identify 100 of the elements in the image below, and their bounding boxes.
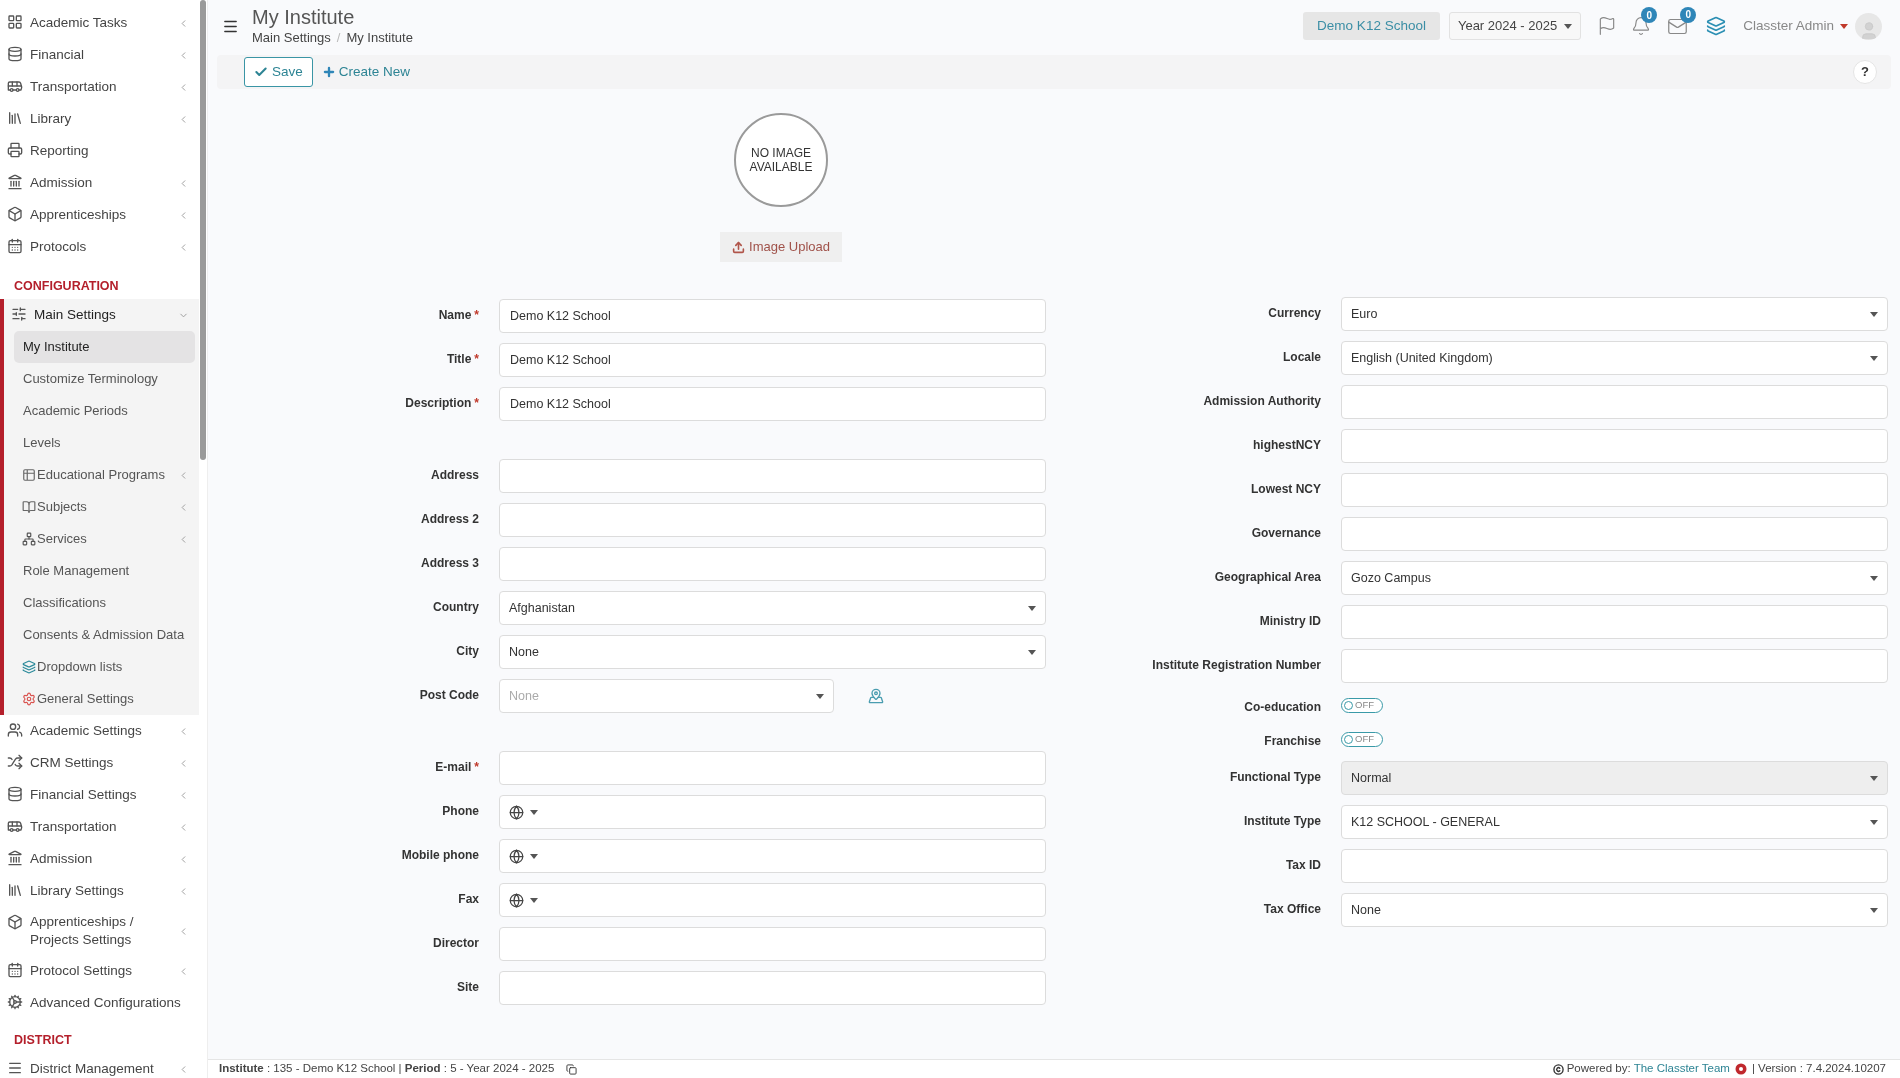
field-label: Franchise [1264, 733, 1321, 750]
gear-icon [22, 692, 36, 706]
field-label: Tax ID [1285, 857, 1321, 874]
breadcrumb-link[interactable]: Main Settings [252, 29, 331, 47]
text-field[interactable] [1341, 429, 1888, 463]
team-link[interactable]: The Classter Team [1633, 1060, 1730, 1078]
save-button[interactable]: Save [244, 57, 313, 87]
section-heading: CONFIGURATION [13, 277, 120, 295]
sidebar-item[interactable]: Academic Tasks [0, 7, 199, 39]
text-field[interactable]: Demo K12 School [499, 343, 1046, 377]
sidebar-subitem[interactable]: Subjects [14, 491, 195, 523]
dropdown[interactable]: Euro [1341, 297, 1888, 331]
sidebar-item[interactable]: Admission [0, 843, 199, 875]
text-field[interactable] [499, 547, 1046, 581]
caret-icon [1870, 775, 1878, 781]
sidebar-item[interactable]: Main Settings [4, 299, 199, 331]
sidebar-subitem[interactable]: Levels [14, 427, 195, 459]
sidebar-item[interactable]: Transportation [0, 811, 199, 843]
sidebar-subitem[interactable]: My Institute [14, 331, 195, 363]
upload-icon [732, 240, 745, 254]
sidebar-item[interactable]: CRM Settings [0, 747, 199, 779]
sidebar-item[interactable]: Library [0, 103, 199, 135]
text-field[interactable] [1341, 849, 1888, 883]
notification-badge: 0 [1641, 7, 1658, 23]
create-new-button[interactable]: Create New [321, 57, 411, 87]
text-field[interactable] [1341, 517, 1888, 551]
sidebar-subitem[interactable]: Educational Programs [14, 459, 195, 491]
dropdown[interactable]: English (United Kingdom) [1341, 341, 1888, 375]
sidebar-subitem[interactable]: Customize Terminology [14, 363, 195, 395]
text-field[interactable] [499, 503, 1046, 537]
text-field[interactable] [1341, 649, 1888, 683]
field-label: Ministry ID [1259, 613, 1321, 630]
sidebar-subitem[interactable]: Academic Periods [14, 395, 195, 427]
bank-icon [7, 174, 23, 190]
copy-icon[interactable] [566, 1063, 578, 1075]
dropdown[interactable]: K12 SCHOOL - GENERAL [1341, 805, 1888, 839]
toggle-switch[interactable]: OFF [1341, 731, 1383, 747]
text-field[interactable]: Demo K12 School [499, 299, 1046, 333]
sidebar-item[interactable]: Reporting [0, 135, 199, 167]
field-label: Description [405, 395, 472, 412]
context-info: Institute : 135 - Demo K12 School | Period : 5 - Year 2024 - 2025 [219, 1061, 555, 1077]
dropdown[interactable]: None [499, 635, 1046, 669]
phone-field[interactable] [499, 839, 1046, 873]
globe-icon[interactable] [509, 892, 524, 908]
help-button[interactable]: ? [1853, 60, 1877, 84]
dropdown[interactable]: Gozo Campus [1341, 561, 1888, 595]
text-field[interactable] [499, 971, 1046, 1005]
cube-icon [7, 206, 23, 222]
year-select[interactable]: Year 2024 - 2025 [1448, 12, 1582, 40]
user-menu[interactable]: Classter Admin [1743, 15, 1848, 37]
book-icon [22, 500, 36, 514]
text-field[interactable] [499, 751, 1046, 785]
books-icon [7, 110, 23, 126]
field-label: Phone [442, 803, 479, 820]
caret-icon [816, 693, 824, 699]
toggle-switch[interactable]: OFF [1341, 697, 1383, 713]
sidebar-item[interactable]: Library Settings [0, 875, 199, 907]
avatar[interactable] [1855, 12, 1882, 40]
sidebar-item[interactable]: Apprenticeships [0, 199, 199, 231]
layers-icon[interactable] [1706, 16, 1727, 36]
text-field[interactable]: Demo K12 School [499, 387, 1046, 421]
sidebar-item[interactable]: District Management [0, 1053, 199, 1078]
text-field[interactable] [1341, 385, 1888, 419]
field-label: Title [446, 351, 472, 368]
logo-icon [1734, 1063, 1747, 1075]
map-pin-icon[interactable] [868, 688, 884, 704]
image-upload-button[interactable]: Image Upload [720, 232, 842, 262]
sidebar-item[interactable]: Transportation [0, 71, 199, 103]
phone-field[interactable] [499, 883, 1046, 917]
field-label: Currency [1268, 305, 1321, 322]
globe-icon[interactable] [509, 848, 524, 864]
field-label: E-mail [435, 759, 472, 776]
sidebar-item[interactable]: Protocols [0, 231, 199, 263]
copyright-icon [1552, 1063, 1564, 1075]
sidebar-item[interactable]: Financial Settings [0, 779, 199, 811]
breadcrumb-separator: / [336, 29, 341, 47]
sidebar-item[interactable]: Financial [0, 39, 199, 71]
phone-field[interactable] [499, 795, 1046, 829]
sidebar-subitem[interactable]: General Settings [14, 683, 195, 715]
globe-icon[interactable] [509, 804, 524, 820]
sidebar-item[interactable]: Academic Settings [0, 715, 199, 747]
caret-icon [1870, 907, 1878, 913]
sidebar-item[interactable]: Admission [0, 167, 199, 199]
sidebar-subitem[interactable]: Consents & Admission Data [14, 619, 195, 651]
text-field[interactable] [499, 459, 1046, 493]
text-field[interactable] [1341, 473, 1888, 507]
people-icon [7, 722, 23, 738]
scrollbar-thumb[interactable] [200, 0, 206, 460]
dropdown[interactable]: Afghanistan [499, 591, 1046, 625]
sidebar-subitem[interactable]: Classifications [14, 587, 195, 619]
caret-icon [1840, 23, 1848, 29]
sidebar-subitem[interactable]: Services [14, 523, 195, 555]
text-field[interactable] [499, 927, 1046, 961]
dropdown[interactable]: None [1341, 893, 1888, 927]
sidebar-item[interactable]: Advanced Configurations [0, 987, 199, 1019]
sidebar-subitem[interactable]: Dropdown lists [14, 651, 195, 683]
text-field[interactable] [1341, 605, 1888, 639]
sidebar-item[interactable]: Protocol Settings [0, 955, 199, 987]
sidebar-subitem[interactable]: Role Management [14, 555, 195, 587]
sidebar-item[interactable]: Apprenticeships / Projects Settings [0, 907, 199, 955]
